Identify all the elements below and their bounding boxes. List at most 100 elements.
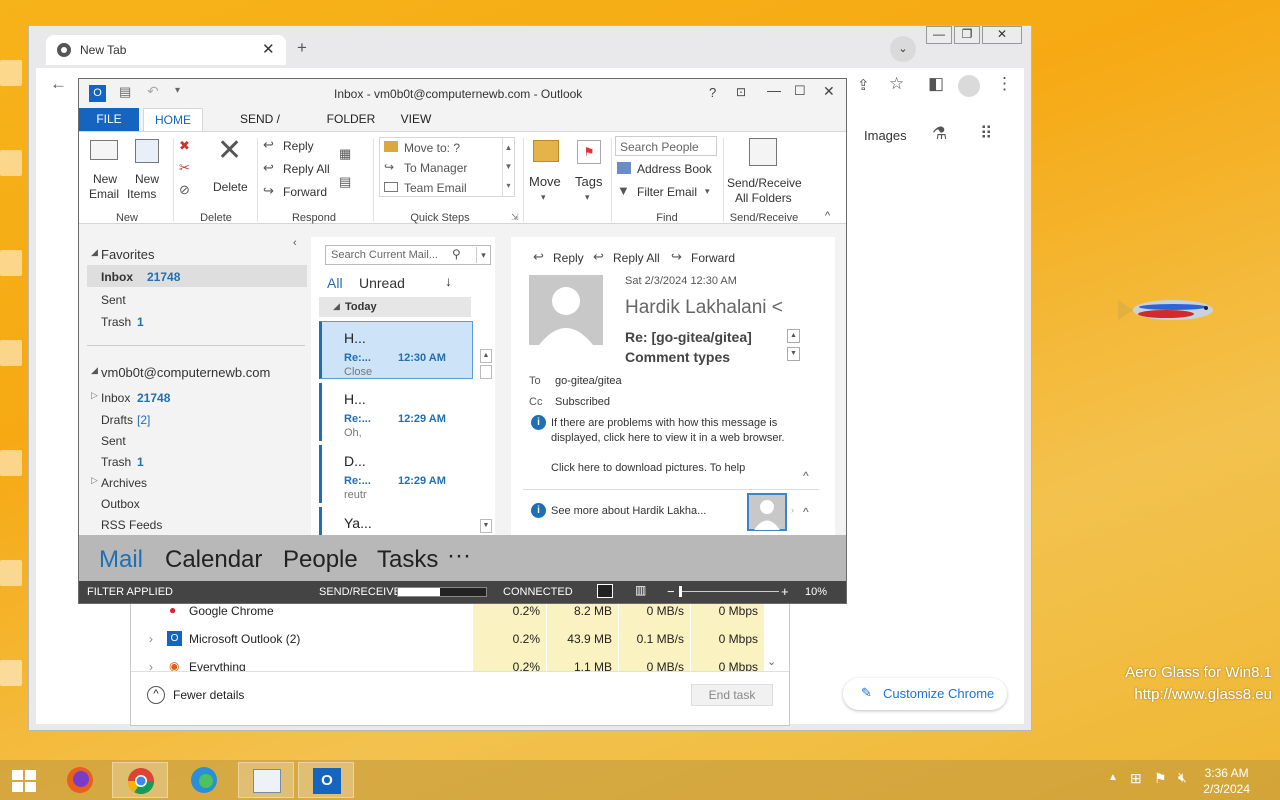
send-receive-quick-icon[interactable]: ▤: [119, 84, 131, 100]
address-book-button[interactable]: Address Book: [617, 160, 717, 178]
taskbar-firefox[interactable]: [52, 762, 108, 798]
apps-grid-icon[interactable]: ⠿: [980, 124, 992, 144]
new-email-button[interactable]: New Email: [87, 136, 121, 201]
delete-button[interactable]: ✕ Delete: [213, 136, 249, 196]
collapse-up-icon[interactable]: ^: [147, 686, 165, 704]
tab-send-receive[interactable]: SEND / RECEIVE: [213, 108, 307, 149]
account-header[interactable]: vm0b0t@computernewb.com: [101, 365, 270, 380]
process-row[interactable]: › O Microsoft Outlook (2) 0.2% 43.9 MB 0…: [131, 625, 776, 653]
collapse-header-icon[interactable]: ^: [803, 469, 809, 483]
junk-icon[interactable]: ⊘: [179, 182, 190, 198]
desktop-icon[interactable]: [0, 450, 22, 476]
search-people-input[interactable]: Search People: [615, 136, 717, 156]
nav-sent[interactable]: Sent: [87, 430, 307, 450]
taskbar-clock[interactable]: 3:36 AM 2/3/2024: [1203, 765, 1250, 797]
quick-step-item[interactable]: Team Email: [384, 180, 500, 198]
side-panel-icon[interactable]: ◧: [928, 74, 944, 94]
download-pictures-infobar[interactable]: Click here to download pictures. To help: [551, 462, 801, 474]
sender-name[interactable]: Hardik Lakhalani <: [625, 297, 805, 319]
back-icon[interactable]: ←: [50, 74, 67, 94]
desktop-icon[interactable]: [0, 560, 22, 586]
subject-scroll-up-icon[interactable]: ▲: [787, 329, 800, 343]
filter-unread[interactable]: Unread: [359, 275, 405, 291]
fewer-details-link[interactable]: Fewer details: [173, 688, 244, 702]
tab-view[interactable]: VIEW: [395, 108, 437, 131]
new-items-button[interactable]: New Items: [127, 136, 171, 201]
reply-all-button[interactable]: ↩ Reply All: [263, 160, 343, 178]
zoom-level[interactable]: 10%: [805, 586, 827, 598]
ignore-icon[interactable]: ✖: [179, 138, 190, 154]
scroll-up-icon[interactable]: ▲: [480, 349, 492, 363]
volume-muted-icon[interactable]: 🔇︎: [1178, 769, 1187, 786]
dialog-launcher-icon[interactable]: ⇲: [511, 212, 519, 223]
scroll-down-icon[interactable]: ▼: [480, 519, 492, 533]
minimize-icon[interactable]: —: [926, 26, 952, 44]
start-button[interactable]: [0, 762, 48, 798]
maximize-icon[interactable]: ❐: [954, 26, 980, 44]
close-tab-icon[interactable]: ✕: [262, 40, 275, 58]
nav-people[interactable]: People: [283, 546, 358, 574]
undo-icon[interactable]: ↶: [147, 83, 159, 100]
normal-view-icon[interactable]: [597, 584, 613, 598]
meeting-icon[interactable]: ▦: [339, 146, 351, 162]
share-icon[interactable]: ⇪: [857, 76, 870, 94]
bookmark-star-icon[interactable]: ☆: [889, 74, 904, 94]
nav-rss-feeds[interactable]: RSS Feeds: [87, 514, 307, 534]
message-item[interactable]: D... Re:... 12:29 AM reutr: [319, 445, 473, 503]
expand-triangle-icon[interactable]: ◢: [91, 365, 98, 376]
nav-inbox-favorite[interactable]: Inbox 21748: [87, 265, 307, 287]
maximize-icon[interactable]: ☐: [794, 83, 806, 99]
quick-step-item[interactable]: ↪ To Manager: [384, 160, 500, 178]
cleanup-icon[interactable]: ✂: [179, 160, 190, 176]
taskbar-edge[interactable]: [176, 762, 232, 798]
nav-inbox[interactable]: ▷ Inbox 21748: [87, 387, 307, 407]
reading-forward-button[interactable]: ↪ Forward: [671, 249, 741, 267]
favorites-header[interactable]: Favorites: [101, 247, 154, 262]
nav-trash[interactable]: Trash 1: [87, 451, 307, 471]
tab-home[interactable]: HOME: [143, 108, 203, 131]
scroll-thumb[interactable]: [480, 365, 492, 379]
taskbar-chrome[interactable]: [112, 762, 168, 798]
tab-search-icon[interactable]: ⌄: [890, 36, 916, 62]
nav-outbox[interactable]: Outbox: [87, 493, 307, 513]
desktop-icon[interactable]: [0, 60, 22, 86]
scroll-down-icon[interactable]: ⌄: [767, 655, 776, 668]
help-icon[interactable]: ?: [709, 85, 716, 100]
labs-flask-icon[interactable]: ⚗: [932, 124, 947, 144]
zoom-in-icon[interactable]: +: [781, 584, 789, 599]
expand-chevron-icon[interactable]: ▷: [91, 475, 98, 486]
people-pane-next-icon[interactable]: ›: [791, 505, 794, 515]
see-more-about-sender[interactable]: See more about Hardik Lakha...: [551, 505, 706, 517]
customize-chrome-button[interactable]: ✎ Customize Chrome: [843, 678, 1007, 710]
send-receive-all-button[interactable]: Send/Receive All Folders: [727, 136, 802, 206]
close-icon[interactable]: ✕: [823, 83, 835, 100]
reading-reply-button[interactable]: ↩ Reply: [533, 249, 593, 267]
taskbar-task-manager[interactable]: [238, 762, 294, 798]
expand-people-pane-icon[interactable]: ^: [803, 505, 809, 519]
desktop-icon[interactable]: [0, 660, 22, 686]
expand-chevron-icon[interactable]: ›: [149, 632, 153, 646]
collapse-ribbon-icon[interactable]: ^: [825, 210, 830, 222]
nav-tasks[interactable]: Tasks: [377, 546, 438, 574]
search-icon[interactable]: ⚲: [452, 247, 461, 261]
tab-folder[interactable]: FOLDER: [323, 108, 379, 131]
sort-arrow-icon[interactable]: ↓: [445, 273, 452, 289]
people-pane-avatar-icon[interactable]: [747, 493, 787, 531]
tab-file[interactable]: FILE: [79, 108, 139, 131]
taskbar-outlook[interactable]: O: [298, 762, 354, 798]
reply-button[interactable]: ↩ Reply: [263, 137, 343, 155]
nav-archives[interactable]: ▷ Archives: [87, 472, 307, 492]
nav-more-icon[interactable]: ···: [447, 542, 471, 570]
ribbon-display-icon[interactable]: ⊡: [736, 85, 746, 99]
quick-step-item[interactable]: Move to: ?: [384, 140, 500, 158]
images-link[interactable]: Images: [864, 128, 907, 143]
show-hidden-icons[interactable]: ▲: [1108, 772, 1118, 783]
chrome-tab[interactable]: New Tab ✕: [46, 35, 286, 65]
desktop-icon[interactable]: [0, 250, 22, 276]
zoom-slider-thumb[interactable]: [679, 586, 682, 597]
nav-mail[interactable]: Mail: [99, 546, 143, 574]
message-item[interactable]: Ya...: [319, 507, 473, 535]
nav-calendar[interactable]: Calendar: [165, 546, 262, 574]
reading-reply-all-button[interactable]: ↩ Reply All: [593, 249, 669, 267]
collapse-pane-icon[interactable]: ‹: [293, 237, 297, 249]
